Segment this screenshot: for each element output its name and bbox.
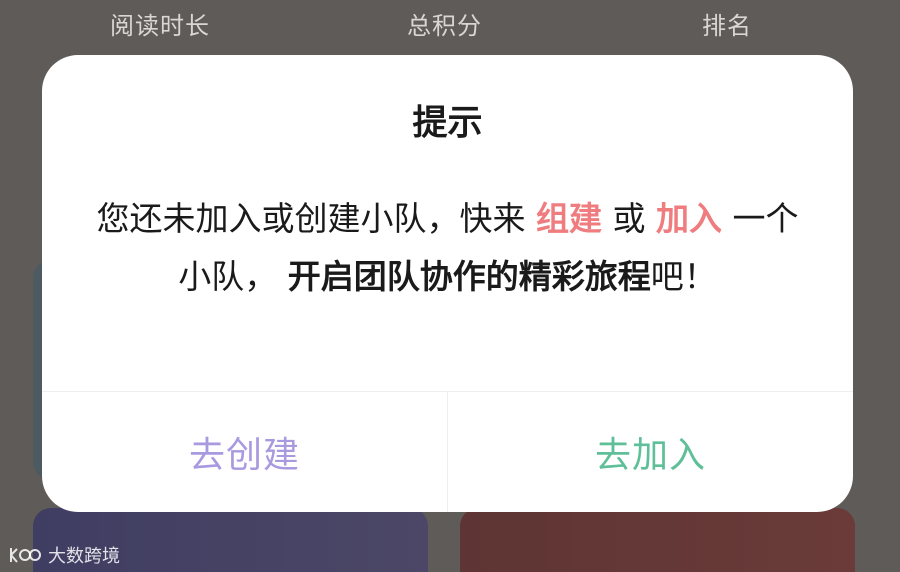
screen: 阅读时长 总积分 排名 提示 您还未加入或创建小队，快来 组建 或 加入 一个小…: [0, 0, 900, 572]
message-bold-text: 开启团队协作的精彩旅程: [287, 257, 651, 296]
go-create-button[interactable]: 去创建: [42, 392, 447, 512]
message-accent-create: 组建: [536, 199, 602, 238]
watermark-logo-icon: [10, 548, 41, 563]
watermark: 大数跨境: [8, 542, 120, 568]
team-prompt-dialog: 提示 您还未加入或创建小队，快来 组建 或 加入 一个小队， 开启团队协作的精彩…: [42, 55, 853, 512]
watermark-text: 大数跨境: [48, 546, 120, 567]
message-text-2: 或: [602, 199, 656, 238]
dialog-message: 您还未加入或创建小队，快来 组建 或 加入 一个小队， 开启团队协作的精彩旅程吧…: [86, 190, 809, 306]
message-accent-join: 加入: [655, 199, 722, 238]
message-text-1: 您还未加入或创建小队，快来: [96, 199, 536, 238]
message-text-4: 吧！: [650, 257, 717, 296]
go-join-button[interactable]: 去加入: [448, 392, 853, 512]
dialog-title: 提示: [412, 103, 483, 144]
